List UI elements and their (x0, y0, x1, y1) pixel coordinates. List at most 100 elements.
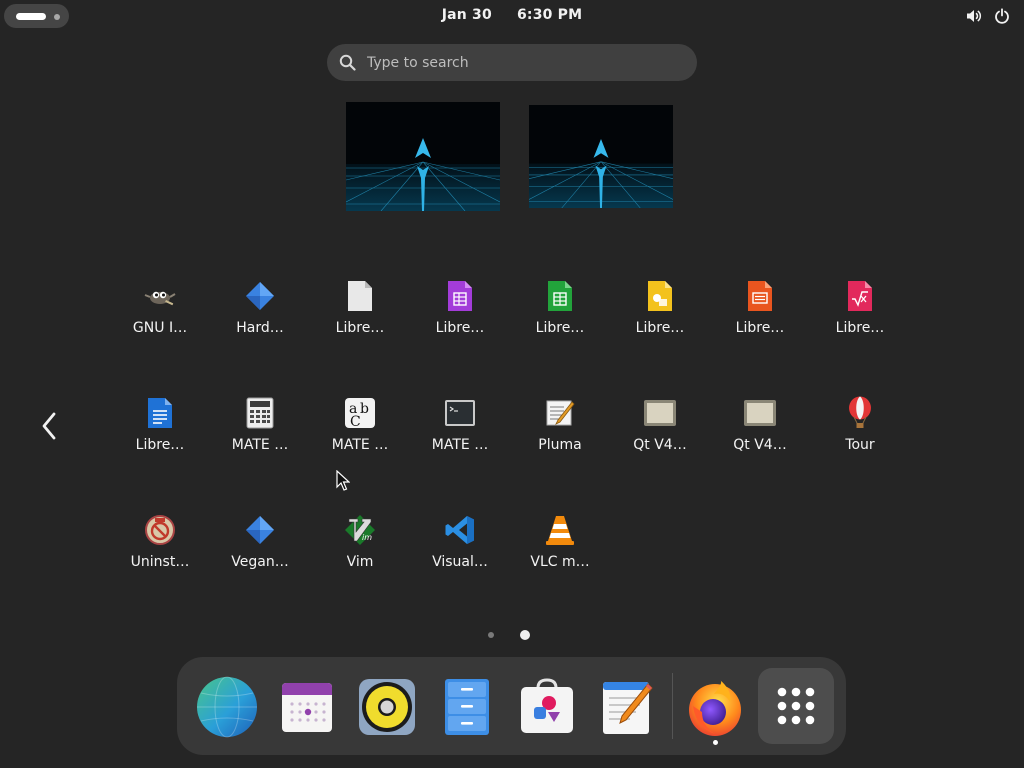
svg-text:im: im (362, 533, 372, 542)
app-label: Libre… (435, 320, 485, 336)
system-menu[interactable] (966, 8, 1010, 24)
vlc-icon (542, 512, 578, 548)
dock-text-editor[interactable] (595, 675, 659, 739)
pluma-icon (542, 395, 578, 431)
workspace-thumbnail-1[interactable] (346, 102, 500, 211)
web-browser-icon (197, 676, 257, 738)
mouse-cursor-icon (336, 469, 351, 496)
app-label: MATE … (231, 437, 289, 453)
calendar-icon (282, 683, 332, 732)
app-label: MATE … (331, 437, 389, 453)
character-map-icon: a b C (342, 395, 378, 431)
app-label: Libre… (135, 437, 185, 453)
gimp-icon (142, 278, 178, 314)
search-bar[interactable] (327, 44, 697, 81)
app-label: GNU I… (132, 320, 188, 336)
libreoffice-icon (342, 278, 378, 314)
previous-page-button[interactable] (36, 408, 62, 444)
page-indicator (488, 630, 530, 640)
app-label: Libre… (735, 320, 785, 336)
app-label: Libre… (635, 320, 685, 336)
svg-text:b: b (360, 401, 369, 417)
search-input[interactable] (367, 44, 687, 81)
app-libreoffice-draw[interactable]: Libre… (610, 278, 710, 362)
libreoffice-calc-icon (542, 278, 578, 314)
app-vim[interactable]: im Vim (310, 512, 410, 596)
dock-files[interactable] (435, 675, 499, 739)
app-vlc[interactable]: VLC m… (510, 512, 610, 596)
dock (177, 657, 846, 755)
app-mate-calculator[interactable]: MATE … (210, 395, 310, 479)
clock-time: 6:30 PM (516, 7, 583, 23)
libreoffice-math-icon (842, 278, 878, 314)
vegan-icon (242, 512, 278, 548)
volume-icon[interactable] (966, 8, 982, 24)
tour-balloon-icon (842, 395, 878, 431)
dock-calendar[interactable] (275, 675, 339, 739)
app-libreoffice-math[interactable]: Libre… (810, 278, 910, 362)
app-gimp[interactable]: GNU I… (110, 278, 210, 362)
dock-software[interactable] (515, 675, 579, 739)
search-icon (339, 54, 356, 75)
app-uninstall[interactable]: Uninst… (110, 512, 210, 596)
app-mate-character-map[interactable]: a b C MATE … (310, 395, 410, 479)
power-icon[interactable] (994, 8, 1010, 24)
app-label: Qt V4… (733, 437, 787, 453)
dock-firefox[interactable] (683, 675, 747, 739)
app-label: VLC m… (530, 554, 590, 570)
chevron-left-icon (42, 412, 56, 440)
top-bar: Jan 30 6:30 PM (0, 0, 1024, 32)
files-cabinet-icon (445, 679, 489, 735)
libreoffice-base-icon (442, 278, 478, 314)
dock-separator (672, 673, 673, 739)
qt-v4l-icon (742, 395, 778, 431)
vscode-icon (442, 512, 478, 548)
text-editor-icon (603, 682, 653, 734)
app-libreoffice-calc[interactable]: Libre… (510, 278, 610, 362)
workspace-thumbnail-2[interactable] (529, 105, 673, 208)
firefox-icon (689, 680, 741, 736)
app-vegan[interactable]: Vegan… (210, 512, 310, 596)
dock-music-player[interactable] (355, 675, 419, 739)
app-mate-terminal[interactable]: MATE … (410, 395, 510, 479)
uninstall-icon (142, 512, 178, 548)
terminal-icon (442, 395, 478, 431)
qt-v4l-icon (642, 395, 678, 431)
dock-web-browser[interactable] (195, 675, 259, 739)
page-dot-2-active[interactable] (520, 630, 530, 640)
app-label: Libre… (535, 320, 585, 336)
page-dot-1[interactable] (488, 632, 494, 638)
svg-text:C: C (350, 414, 361, 429)
hardinfo-icon (242, 278, 278, 314)
app-label: Libre… (335, 320, 385, 336)
app-libreoffice-writer[interactable]: Libre… (110, 395, 210, 479)
app-libreoffice-base[interactable]: Libre… (410, 278, 510, 362)
app-label: Tour (845, 437, 875, 453)
app-label: Vim (346, 554, 374, 570)
app-label: Visual… (432, 554, 488, 570)
libreoffice-draw-icon (642, 278, 678, 314)
app-label: Qt V4… (633, 437, 687, 453)
clock[interactable]: Jan 30 6:30 PM (0, 7, 1024, 23)
software-store-icon (521, 678, 573, 733)
app-libreoffice[interactable]: Libre… (310, 278, 410, 362)
show-apps-button[interactable] (758, 668, 834, 744)
app-qt-v4l-2[interactable]: Qt V4… (710, 395, 810, 479)
app-tour[interactable]: Tour (810, 395, 910, 479)
libreoffice-impress-icon (742, 278, 778, 314)
app-label: MATE … (431, 437, 489, 453)
app-label: Uninst… (130, 554, 190, 570)
app-libreoffice-impress[interactable]: Libre… (710, 278, 810, 362)
libreoffice-writer-icon (142, 395, 178, 431)
app-label: Libre… (835, 320, 885, 336)
calculator-icon (242, 395, 278, 431)
show-apps-grid-icon (777, 687, 815, 725)
app-qt-v4l-1[interactable]: Qt V4… (610, 395, 710, 479)
app-hardinfo[interactable]: Hard… (210, 278, 310, 362)
app-visual-studio-code[interactable]: Visual… (410, 512, 510, 596)
app-label: Pluma (538, 437, 582, 453)
rhythmbox-speaker-icon (359, 679, 415, 735)
app-label: Hard… (236, 320, 284, 336)
app-label: Vegan… (231, 554, 289, 570)
app-pluma[interactable]: Pluma (510, 395, 610, 479)
